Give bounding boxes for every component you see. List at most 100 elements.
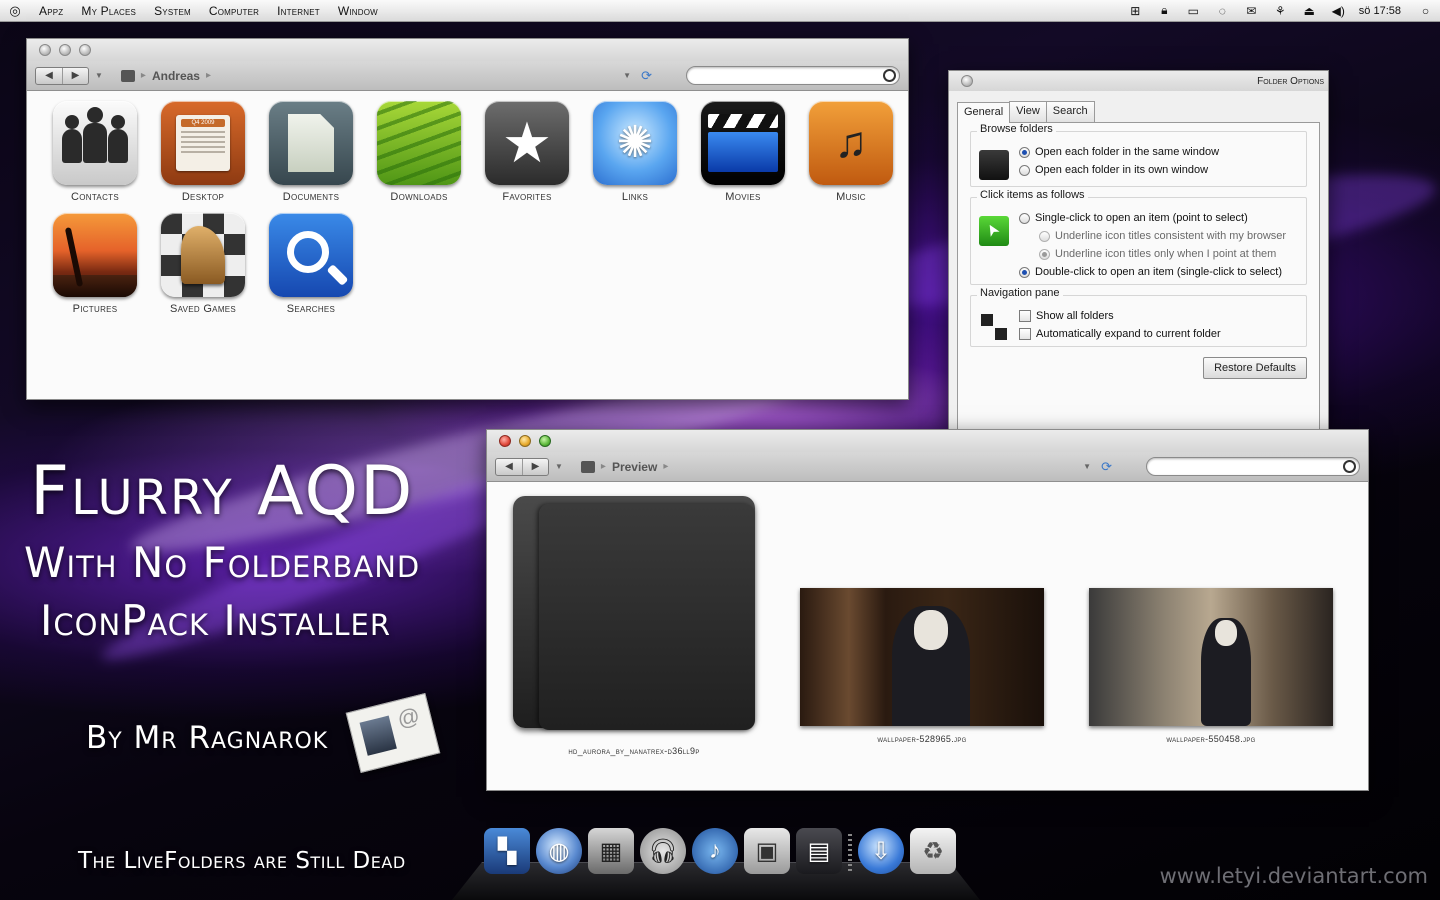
close-button[interactable]	[961, 75, 973, 87]
window-titlebar[interactable]	[487, 430, 1368, 452]
option-label: Underline icon titles only when I point …	[1055, 248, 1277, 260]
address-dropdown-icon[interactable]: ▼	[623, 71, 631, 80]
back-button[interactable]: ◀	[496, 459, 522, 475]
clock[interactable]: sö 17:58	[1353, 5, 1411, 17]
wallpaper-title: Flurry AQD	[30, 452, 415, 531]
folder-searches[interactable]: Searches	[257, 213, 365, 315]
double-click-option[interactable]: Double-click to open an item (single-cli…	[1019, 266, 1286, 278]
tab-view[interactable]: View	[1009, 101, 1047, 122]
close-button[interactable]	[499, 435, 511, 447]
folder-desktop[interactable]: Q4 2009 Desktop	[149, 101, 257, 203]
refresh-icon[interactable]: ⟳	[641, 68, 652, 84]
option-label: Single-click to open an item (point to s…	[1035, 212, 1248, 224]
file-wallpaper-528965[interactable]: wallpaper-528965.jpg	[800, 492, 1044, 744]
history-dropdown-icon[interactable]: ▼	[555, 462, 563, 471]
tab-general[interactable]: General	[957, 102, 1011, 123]
video-icon[interactable]: ▤	[796, 828, 842, 874]
folder-saved-games[interactable]: Saved Games	[149, 213, 257, 315]
folder-favorites[interactable]: ★ Favorites	[473, 101, 581, 203]
minimize-button[interactable]	[59, 44, 71, 56]
own-window-option[interactable]: Open each folder in its own window	[1019, 164, 1219, 176]
search-input[interactable]	[695, 68, 875, 86]
search-input[interactable]	[1155, 459, 1335, 477]
volume-icon[interactable]: ◀)	[1324, 4, 1353, 18]
network-icon[interactable]: ⚘	[1266, 4, 1295, 18]
navigation-pane-group: Navigation pane Show all folders Automat…	[970, 287, 1307, 347]
history-dropdown-icon[interactable]: ▼	[95, 71, 103, 80]
headphones-icon[interactable]: 🎧︎	[640, 828, 686, 874]
explorer-icon[interactable]: ▚	[484, 828, 530, 874]
globe-icon[interactable]: ◍	[536, 828, 582, 874]
wallpaper-subtitle: With No Folderband	[24, 538, 421, 587]
music-disc-icon[interactable]: ♪	[692, 828, 738, 874]
folder-downloads[interactable]: Downloads	[365, 101, 473, 203]
menu-window[interactable]: Window	[329, 4, 387, 18]
forward-button[interactable]: ▶	[522, 458, 548, 475]
spotlight-icon[interactable]: ○	[1411, 4, 1440, 18]
checkbox[interactable]	[1019, 310, 1031, 322]
folder-documents[interactable]: Documents	[257, 101, 365, 203]
address-dropdown-icon[interactable]: ▼	[1083, 462, 1091, 471]
folder-music[interactable]: ♫ Music	[797, 101, 905, 203]
forward-button[interactable]: ▶	[62, 67, 88, 84]
restore-defaults-button[interactable]: Restore Defaults	[1203, 357, 1307, 379]
zoom-button[interactable]	[79, 44, 91, 56]
underline-browser-option[interactable]: Underline icon titles consistent with my…	[1039, 230, 1286, 242]
close-button[interactable]	[39, 44, 51, 56]
single-click-option[interactable]: Single-click to open an item (point to s…	[1019, 212, 1286, 224]
radio-button[interactable]	[1039, 230, 1050, 242]
radio-button[interactable]	[1019, 146, 1030, 158]
lock-icon[interactable]: 🔒︎	[1150, 3, 1179, 18]
folder-contacts[interactable]: Contacts	[41, 101, 149, 203]
search-icon[interactable]	[1343, 460, 1356, 473]
eye-logo-icon[interactable]: ◎	[0, 3, 30, 19]
breadcrumb-andreas[interactable]: Andreas	[152, 69, 200, 83]
show-all-folders-option[interactable]: Show all folders	[1019, 310, 1221, 322]
breadcrumb: ▸ Andreas ▸	[120, 69, 217, 83]
file-wallpaper-550458[interactable]: wallpaper-550458.jpg	[1089, 492, 1333, 744]
monitor-icon[interactable]: ▭	[1179, 4, 1208, 18]
zoom-button[interactable]	[539, 435, 551, 447]
refresh-icon[interactable]: ⟳	[1101, 459, 1112, 475]
chat-icon[interactable]: ◌	[1208, 4, 1237, 18]
menu-my-places[interactable]: My Places	[72, 4, 145, 18]
radio-button[interactable]	[1039, 248, 1050, 260]
dialog-titlebar[interactable]: Folder Options	[949, 71, 1328, 91]
folder-label: Links	[621, 191, 649, 203]
search-icon[interactable]	[883, 69, 896, 82]
radio-button[interactable]	[1019, 212, 1030, 224]
same-window-option[interactable]: Open each folder in the same window	[1019, 146, 1219, 158]
download-icon[interactable]: ⇩	[858, 828, 904, 874]
breadcrumb-chevron-icon[interactable]: ▸	[206, 70, 211, 81]
checkbox[interactable]	[1019, 328, 1031, 340]
file-aurora[interactable]: hd_aurora_by_nanatrex-d36ll9p	[509, 492, 759, 756]
mail-icon[interactable]: ✉	[1237, 4, 1266, 18]
underline-point-option[interactable]: Underline icon titles only when I point …	[1039, 248, 1286, 260]
breadcrumb-chevron-icon[interactable]: ▸	[663, 461, 668, 472]
watermark-url: www.letyi.deviantart.com	[1159, 864, 1428, 888]
add-icon[interactable]: ⊞	[1121, 4, 1150, 18]
back-button[interactable]: ◀	[36, 68, 62, 84]
tab-search[interactable]: Search	[1045, 101, 1095, 122]
control-panel-icon[interactable]: ▦	[588, 828, 634, 874]
menu-computer[interactable]: Computer	[200, 4, 268, 18]
minimize-button[interactable]	[519, 435, 531, 447]
radio-button[interactable]	[1019, 266, 1030, 278]
wallpaper-thumbnail	[800, 588, 1044, 726]
chess-knight-icon	[161, 213, 245, 297]
breadcrumb-preview[interactable]: Preview	[612, 460, 657, 474]
auto-expand-option[interactable]: Automatically expand to current folder	[1019, 328, 1221, 340]
pictures-icon	[53, 213, 137, 297]
menu-system[interactable]: System	[145, 4, 200, 18]
file-label: wallpaper-550458.jpg	[1166, 734, 1256, 744]
folder-links[interactable]: ✺ Links	[581, 101, 689, 203]
eject-icon[interactable]: ⏏	[1295, 4, 1324, 18]
menu-appz[interactable]: Appz	[30, 4, 72, 18]
photos-icon[interactable]: ▣	[744, 828, 790, 874]
menu-internet[interactable]: Internet	[268, 4, 329, 18]
radio-button[interactable]	[1019, 164, 1030, 176]
recycle-bin-icon[interactable]: ♻	[910, 828, 956, 874]
folder-pictures[interactable]: Pictures	[41, 213, 149, 315]
folder-movies[interactable]: Movies	[689, 101, 797, 203]
window-titlebar[interactable]	[27, 39, 908, 61]
